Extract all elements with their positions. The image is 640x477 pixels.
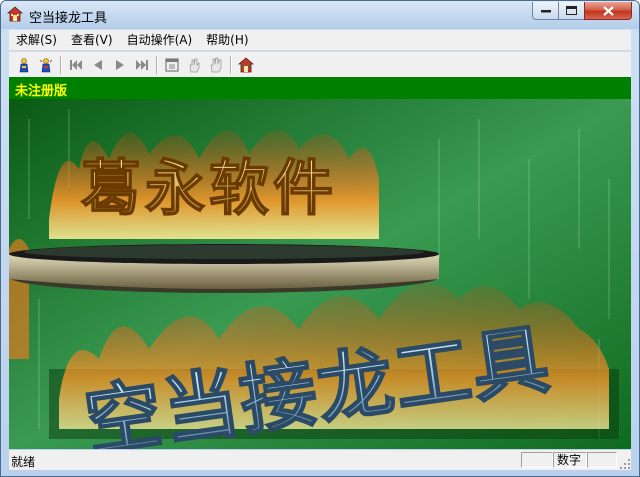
minimize-icon: [540, 9, 551, 12]
first-step-button[interactable]: [65, 54, 87, 76]
toolbar-separator: [230, 55, 232, 74]
home-icon: [238, 56, 254, 72]
resize-grip-icon[interactable]: [620, 459, 630, 469]
window-title: 空当接龙工具: [29, 11, 108, 26]
main-content: 未注册版 葛永软件 空当接龙工具: [9, 77, 631, 449]
minimize-button[interactable]: [532, 2, 559, 20]
solve-all-button[interactable]: [35, 54, 57, 76]
toolbar-separator: [156, 55, 158, 74]
next-step-button[interactable]: [109, 54, 131, 76]
hand-button[interactable]: [205, 54, 227, 76]
app-window: 空当接龙工具 求解(S) 查看(V) 自动操作(A) 帮助(H) 未注册版 葛永…: [0, 0, 640, 477]
menu-help[interactable]: 帮助(H): [199, 30, 255, 50]
hand-auto-icon: [189, 58, 200, 72]
menu-bar: 求解(S) 查看(V) 自动操作(A) 帮助(H): [9, 30, 631, 50]
close-button[interactable]: [584, 2, 632, 20]
menu-auto[interactable]: 自动操作(A): [120, 30, 200, 50]
next-step-icon: [116, 59, 124, 70]
toolbar-separator: [60, 55, 62, 74]
maximize-icon: [566, 6, 577, 15]
menu-view[interactable]: 查看(V): [64, 30, 120, 50]
solve-all-icon: [39, 57, 53, 72]
menu-solve[interactable]: 求解(S): [9, 30, 64, 50]
solve-button[interactable]: [13, 54, 35, 76]
previous-step-button[interactable]: [87, 54, 109, 76]
previous-step-icon: [94, 59, 102, 70]
registration-banner: 未注册版: [9, 77, 631, 99]
status-text: 就绪: [11, 455, 36, 469]
status-bar: 就绪 数字: [9, 450, 631, 470]
solve-icon: [19, 57, 29, 72]
brand-title: 葛永软件: [81, 154, 337, 224]
app-icon[interactable]: [7, 6, 23, 22]
restore-button[interactable]: [161, 54, 183, 76]
status-pane-empty: [521, 452, 553, 468]
toolbar: [9, 51, 631, 77]
home-button[interactable]: [235, 54, 257, 76]
title-bar[interactable]: 空当接龙工具: [1, 1, 639, 29]
disc-graphic: [9, 244, 439, 293]
maximize-button[interactable]: [558, 2, 585, 20]
splash-artwork: 葛永软件 空当接龙工具: [9, 99, 631, 449]
hand-icon: [210, 57, 222, 72]
close-icon: [602, 5, 614, 16]
hand-auto-button[interactable]: [183, 54, 205, 76]
status-pane-numlock: 数字: [553, 452, 587, 468]
status-pane-extra: [587, 452, 617, 468]
last-step-icon: [136, 59, 148, 70]
restore-icon: [165, 57, 179, 72]
last-step-button[interactable]: [131, 54, 153, 76]
first-step-icon: [70, 59, 82, 70]
unregistered-label: 未注册版: [15, 84, 68, 99]
